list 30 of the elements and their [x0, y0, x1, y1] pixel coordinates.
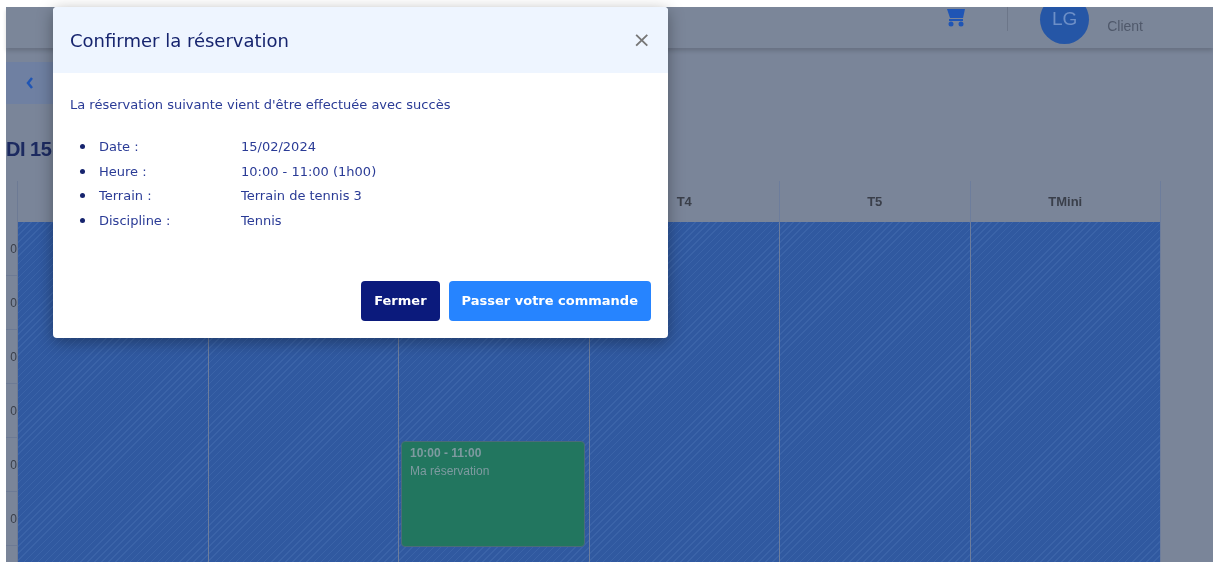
detail-value: 10:00 - 11:00 (1h00)	[241, 162, 377, 181]
avatar[interactable]: LG	[1040, 7, 1090, 44]
detail-value: Tennis	[241, 211, 282, 230]
time-label: 0	[10, 350, 17, 363]
time-label: 0	[10, 242, 17, 255]
column-header: TMini	[1048, 192, 1083, 211]
detail-label: Terrain :	[99, 187, 153, 205]
detail-label: Discipline :	[99, 211, 172, 230]
page-title: DI 15	[6, 137, 52, 161]
cart-icon[interactable]	[945, 9, 968, 27]
column-header: T5	[867, 192, 883, 211]
event-time: 10:00 - 11:00	[410, 445, 483, 462]
detail-label: Heure :	[99, 162, 148, 181]
dialog-title: Confirmer la réservation	[70, 28, 289, 53]
booking-event[interactable]: 10:00 - 11:00 Ma réservation	[401, 441, 585, 547]
time-label: 0	[10, 512, 17, 525]
detail-value: 15/02/2024	[241, 138, 316, 156]
chevron-left-icon	[25, 77, 34, 89]
order-button[interactable]: Passer votre commande	[448, 281, 651, 321]
column-header: T4	[676, 192, 692, 211]
close-button[interactable]: ×	[632, 29, 651, 51]
time-label: 0	[10, 296, 17, 309]
time-label: 0	[10, 404, 17, 417]
dialog-message: La réservation suivante vient d'être effectuée avec succès	[70, 96, 452, 114]
detail-label: Date :	[99, 138, 140, 156]
event-label: Ma réservation	[410, 463, 491, 480]
close-dialog-button[interactable]: Fermer	[361, 281, 440, 321]
time-label: 0	[10, 458, 17, 471]
previous-button[interactable]	[6, 62, 53, 104]
detail-value: Terrain de tennis 3	[241, 187, 362, 205]
